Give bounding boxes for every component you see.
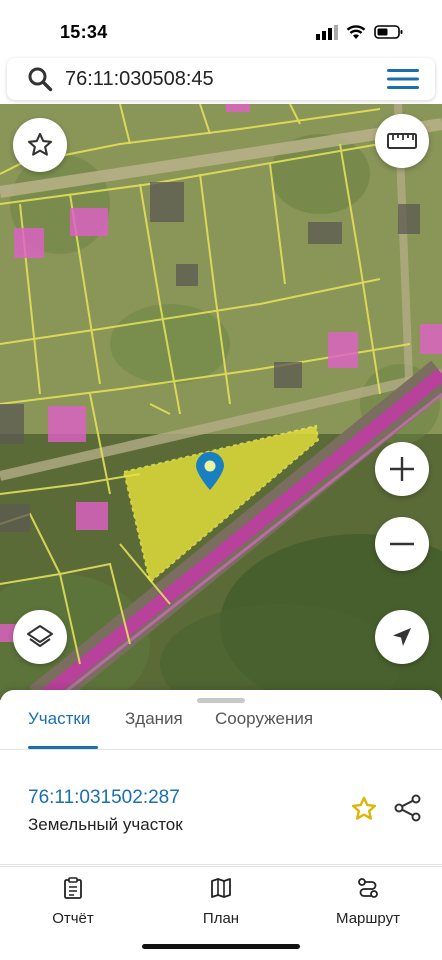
zoom-in-icon [390, 457, 414, 481]
report-icon [64, 877, 82, 899]
favorite-star-icon [27, 132, 53, 156]
battery-icon [374, 25, 403, 39]
divider [0, 864, 442, 865]
wifi-icon [346, 25, 366, 39]
hamburger-menu-icon[interactable] [387, 68, 419, 90]
status-bar: 15:34 [0, 0, 442, 58]
nav-route[interactable]: Маршрут [313, 877, 423, 927]
search-icon[interactable] [27, 66, 53, 92]
map-view[interactable] [0, 104, 442, 700]
ruler-icon [387, 133, 417, 149]
zoom-in-button[interactable] [375, 442, 429, 496]
share-icon[interactable] [394, 794, 422, 822]
nav-plan-label: План [202, 910, 240, 927]
zoom-out-button[interactable] [375, 517, 429, 571]
search-input[interactable]: 76:11:030508:45 [65, 68, 214, 91]
sheet-handle[interactable] [197, 698, 245, 703]
favorite-star-button[interactable] [13, 118, 67, 172]
tab-structures[interactable]: Сооружения [215, 710, 313, 750]
active-tab-indicator [28, 746, 98, 749]
status-icons [316, 22, 404, 42]
nav-route-label: Маршрут [336, 910, 400, 927]
signal-icon [316, 25, 338, 40]
tab-buildings[interactable]: Здания [125, 710, 183, 750]
home-indicator [142, 944, 300, 949]
zoom-out-icon [390, 542, 414, 546]
parcel-cadastral-number[interactable]: 76:11:031502:287 [28, 787, 180, 809]
satellite-map[interactable] [0, 104, 442, 700]
nav-report[interactable]: Отчёт [18, 877, 128, 927]
locate-button[interactable] [375, 610, 429, 664]
status-time: 15:34 [60, 22, 108, 42]
result-tabs: Участки Здания Сооружения [0, 710, 442, 750]
route-icon [358, 878, 378, 898]
nav-report-label: Отчёт [52, 910, 94, 927]
tab-parcels[interactable]: Участки [28, 710, 90, 750]
parcel-type: Земельный участок [28, 815, 183, 834]
search-bar[interactable]: 76:11:030508:45 [7, 58, 435, 100]
layers-icon [27, 625, 53, 647]
nav-plan[interactable]: План [166, 877, 276, 927]
locate-arrow-icon [393, 628, 411, 646]
ruler-button[interactable] [375, 114, 429, 168]
map-plan-icon [211, 878, 231, 898]
layers-button[interactable] [13, 610, 67, 664]
star-outline-icon[interactable] [350, 795, 378, 823]
